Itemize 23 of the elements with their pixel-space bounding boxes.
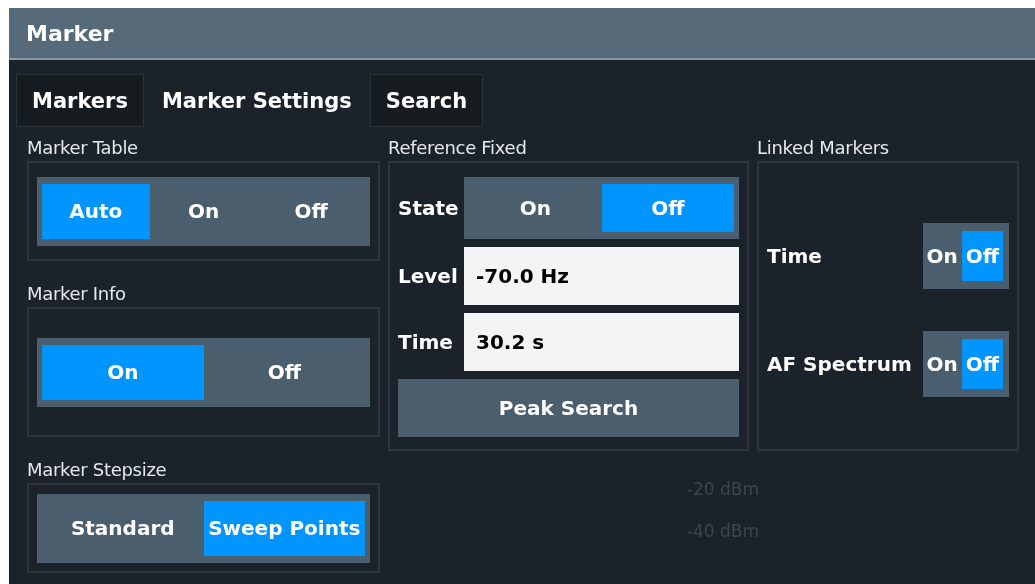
tab[interactable]: Markers [16, 74, 144, 127]
field-label: State [398, 196, 460, 220]
option-button[interactable]: On [469, 184, 602, 232]
option-button[interactable]: On [149, 183, 258, 239]
field-label: Level [398, 264, 459, 288]
group-label: Marker Info [27, 282, 127, 306]
group-label: Marker Stepsize [27, 458, 168, 482]
tab[interactable]: Search [369, 74, 484, 127]
window-title: Marker [26, 20, 114, 46]
option-button[interactable]: On [922, 339, 962, 389]
field-label: AF Spectrum [767, 352, 912, 376]
option-button[interactable]: Off [257, 183, 365, 239]
peak-search-button[interactable]: Peak Search [398, 379, 739, 437]
group-label: Reference Fixed [388, 136, 528, 160]
field-label: Time [398, 330, 454, 354]
field-label: Time [767, 244, 822, 268]
group-label: Marker Table [27, 136, 139, 160]
option-button[interactable]: Standard [42, 500, 204, 556]
input-field[interactable]: 30.2 s [464, 313, 739, 371]
option-button[interactable]: On [922, 231, 962, 281]
option-button[interactable]: Off [203, 344, 365, 400]
input-field[interactable]: -70.0 Hz [464, 247, 739, 305]
group-label: Linked Markers [757, 136, 890, 160]
